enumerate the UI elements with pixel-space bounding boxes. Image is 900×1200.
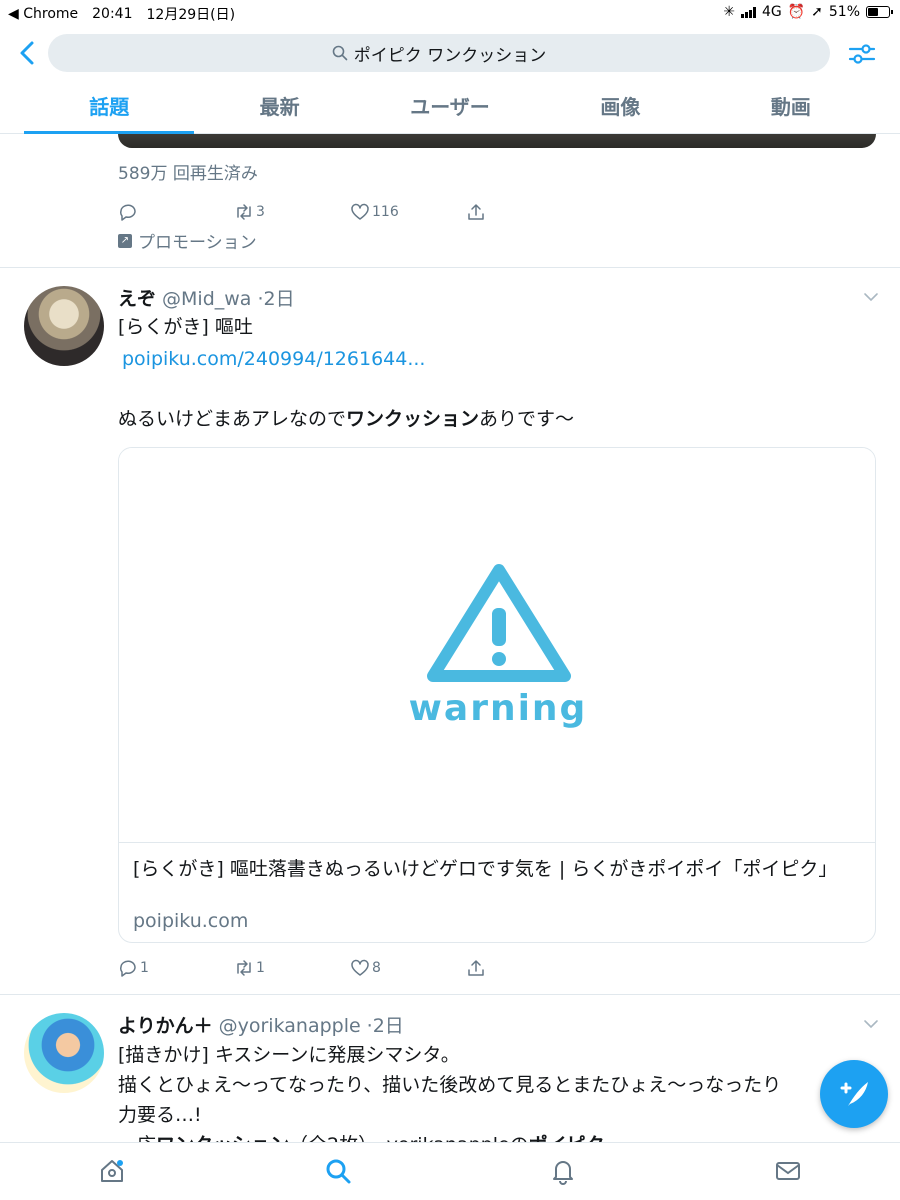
tweet-text-line: [らくがき] 嘔吐: [118, 316, 253, 338]
network-type: 4G: [761, 4, 782, 20]
battery-icon: [866, 6, 893, 18]
bottom-navigation: [0, 1142, 900, 1200]
back-to-app-link[interactable]: ◀ Chrome: [8, 6, 78, 22]
tweet-divider: [0, 994, 900, 995]
tweet-text-line: 一応ワンクッション（全2枚）_yorikanappleのポイピク: [118, 1130, 605, 1142]
tweet-text-line: [描きかけ] キスシーンに発展シマシタ。: [118, 1044, 460, 1066]
tweet-time: ·2日: [257, 288, 295, 310]
alarm-icon: ⏰: [787, 4, 806, 20]
avatar[interactable]: [24, 286, 104, 366]
tweet-header: えぞ @Mid_wa ·2日: [118, 284, 295, 311]
tweet-time: ·2日: [366, 1015, 404, 1037]
warning-label: warning: [408, 688, 588, 729]
messages-envelope-icon[interactable]: [774, 1157, 802, 1185]
search-input[interactable]: ポイピク ワンクッション: [48, 34, 830, 72]
like-count: 116: [372, 204, 399, 220]
tab-top[interactable]: 話題: [24, 84, 195, 134]
compose-tweet-button[interactable]: [820, 1060, 888, 1128]
video-view-count: 589万 回再生済み: [118, 164, 258, 184]
share-button[interactable]: [466, 202, 582, 222]
tab-videos[interactable]: 動画: [706, 84, 876, 133]
reply-icon: [120, 960, 136, 977]
user-handle[interactable]: @Mid_wa: [162, 288, 251, 310]
tweet-text-line: ぬるいけどまあアレなのでワンクッションありです〜: [118, 408, 575, 430]
promoted-arrow-icon: ↗: [118, 233, 132, 248]
search-query: ポイピク ワンクッション: [353, 45, 547, 66]
heart-icon: [351, 203, 369, 220]
tab-users[interactable]: ユーザー: [365, 84, 535, 133]
retweet-count: 1: [256, 960, 265, 976]
tweet-header: よりかん＋ @yorikanapple ·2日: [118, 1011, 404, 1038]
chevron-down-icon[interactable]: [860, 1013, 882, 1035]
tweet-actions: 1 1 8: [118, 956, 582, 980]
reply-icon: [120, 204, 136, 221]
status-time: 20:41: [92, 6, 133, 22]
user-name[interactable]: よりかん＋: [118, 1011, 213, 1038]
retweet-icon: [237, 960, 251, 976]
retweet-button[interactable]: 3: [234, 202, 350, 222]
share-button[interactable]: [466, 958, 582, 978]
promoted-tweet-actions: 3 116: [118, 200, 582, 224]
like-count: 8: [372, 960, 381, 976]
signal-icon: [740, 6, 756, 18]
user-handle[interactable]: @yorikanapple: [219, 1015, 361, 1037]
retweet-count: 3: [256, 204, 265, 220]
promoted-label[interactable]: ↗ プロモーション: [118, 228, 257, 253]
share-icon: [468, 204, 484, 220]
promoted-text: プロモーション: [138, 233, 257, 253]
tweet-divider: [0, 267, 900, 268]
compose-feather-icon: [840, 1082, 868, 1106]
card-title: [らくがき] 嘔吐落書きぬっるいけどゲロです気を | らくがきポイポイ「ポイピク…: [133, 858, 838, 880]
status-bar: ◀ Chrome 20:41 12月29日(日) ✳ 4G ⏰ ➚ 51%: [0, 0, 900, 26]
battery-percent: 51%: [828, 4, 860, 20]
notifications-bell-icon[interactable]: [549, 1157, 577, 1185]
share-icon: [468, 960, 484, 976]
activity-icon: ✳: [723, 4, 735, 20]
status-date: 12月29日(日): [146, 7, 236, 23]
back-button[interactable]: [14, 36, 42, 70]
card-image: warning: [119, 448, 875, 843]
link-card[interactable]: warning [らくがき] 嘔吐落書きぬっるいけどゲロです気を | らくがきポ…: [118, 447, 876, 943]
tab-latest[interactable]: 最新: [194, 84, 364, 133]
warning-icon: [427, 564, 571, 682]
tweet-feed: 589万 回再生済み 3 116 ↗ プロモーション えぞ @Mid_wa ·2…: [0, 134, 900, 1142]
filter-settings-icon[interactable]: [846, 38, 878, 70]
tweet-text-line: 描くとひょえ〜ってなったり、描いた後改めて見るとまたひょえ〜っなったり: [118, 1074, 782, 1096]
like-button[interactable]: 8: [350, 958, 466, 978]
video-thumbnail[interactable]: [118, 134, 876, 148]
retweet-icon: [237, 204, 251, 220]
reply-button[interactable]: 1: [118, 958, 234, 978]
retweet-button[interactable]: 1: [234, 958, 350, 978]
location-icon: ➚: [811, 4, 823, 20]
tab-images[interactable]: 画像: [535, 84, 705, 133]
tweet-text-line: 力要る…!: [118, 1104, 202, 1126]
tweet-link[interactable]: poipiku.com/240994/1261644...: [122, 344, 425, 374]
search-icon: [332, 45, 348, 61]
search-tab-icon[interactable]: [324, 1157, 352, 1185]
card-domain: poipiku.com: [133, 910, 249, 932]
chevron-left-icon: [20, 41, 34, 65]
search-header: ポイピク ワンクッション: [0, 30, 900, 76]
user-name[interactable]: えぞ: [118, 284, 156, 311]
reply-button[interactable]: [118, 202, 234, 222]
chevron-down-icon[interactable]: [860, 286, 882, 308]
avatar[interactable]: [24, 1013, 104, 1093]
like-button[interactable]: 116: [350, 202, 466, 222]
heart-icon: [351, 959, 369, 976]
home-icon[interactable]: [98, 1157, 126, 1185]
reply-count: 1: [140, 960, 149, 976]
search-tabs: 話題 最新 ユーザー 画像 動画: [0, 84, 900, 134]
